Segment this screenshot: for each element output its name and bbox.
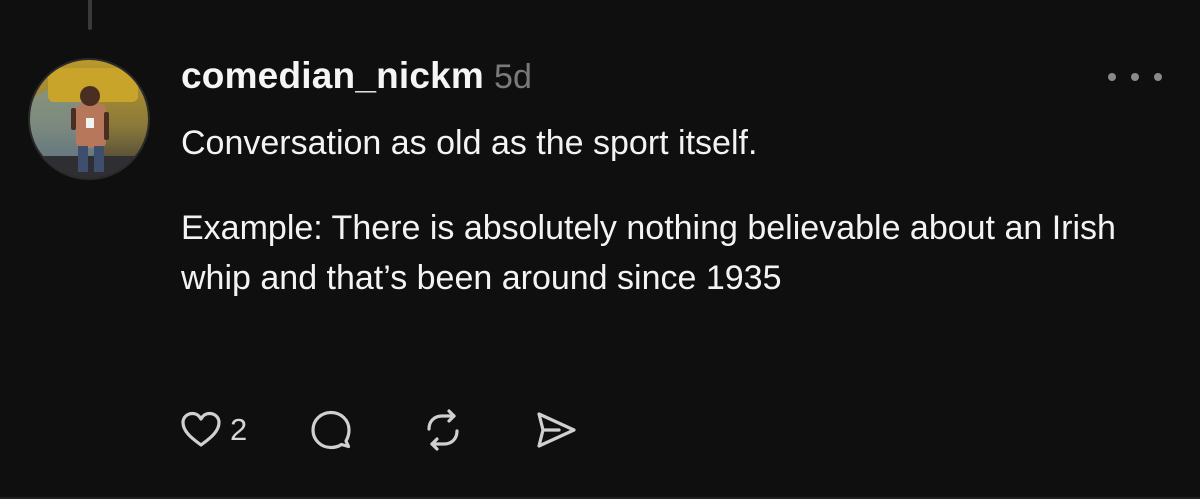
post-actions-bar: 2 bbox=[180, 404, 579, 456]
post-header: comedian_nickm 5d bbox=[181, 55, 532, 97]
profile-photo-icon bbox=[30, 60, 148, 178]
more-dot-icon bbox=[1154, 73, 1162, 81]
repost-icon bbox=[427, 409, 459, 451]
more-dot-icon bbox=[1131, 73, 1139, 81]
more-options-button[interactable] bbox=[1108, 62, 1162, 92]
more-dot-icon bbox=[1108, 73, 1116, 81]
heart-icon bbox=[181, 411, 221, 447]
like-count: 2 bbox=[230, 412, 248, 447]
post-body-paragraph: Example: There is absolutely nothing bel… bbox=[181, 209, 1116, 297]
thread-connector-line bbox=[88, 0, 92, 30]
username-link[interactable]: comedian_nickm bbox=[181, 55, 484, 97]
share-button[interactable] bbox=[533, 408, 579, 452]
post-timestamp[interactable]: 5d bbox=[494, 58, 532, 97]
comment-bubble-icon bbox=[311, 410, 351, 450]
like-button[interactable]: 2 bbox=[180, 410, 247, 450]
avatar[interactable] bbox=[28, 58, 150, 180]
reply-button[interactable] bbox=[309, 408, 353, 452]
repost-button[interactable] bbox=[421, 408, 465, 452]
send-icon bbox=[537, 412, 576, 448]
post-body-paragraph: Conversation as old as the sport itself. bbox=[181, 124, 758, 162]
